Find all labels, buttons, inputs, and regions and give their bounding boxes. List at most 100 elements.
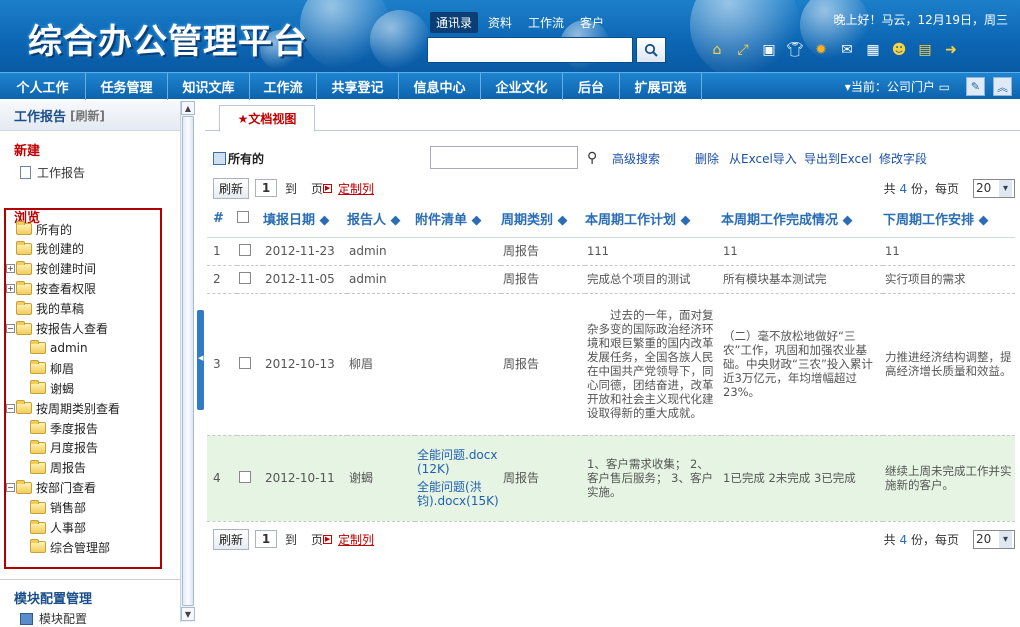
go-arrow-icon[interactable]: ▶ <box>323 534 333 544</box>
row-checkbox[interactable] <box>239 356 251 369</box>
calendar-icon[interactable]: ▦ <box>863 40 883 60</box>
tree-node[interactable]: 我创建的 <box>16 240 84 258</box>
gear-icon[interactable]: ✹ <box>811 40 831 60</box>
nav-task-management[interactable]: 任务管理 <box>86 72 168 100</box>
tree-node[interactable]: 季度报告 <box>30 419 98 437</box>
page-input[interactable]: 1 <box>255 179 278 197</box>
nav-backend[interactable]: 后台 <box>563 72 620 100</box>
attachment-link[interactable]: 全能问题(洪钧).docx(15K) <box>417 480 499 508</box>
module-config-link[interactable]: 模块配置 <box>20 610 87 627</box>
scroll-down-arrow[interactable]: ▼ <box>181 607 195 621</box>
go-arrow-icon[interactable]: ▶ <box>323 183 333 193</box>
scroll-up-arrow[interactable]: ▲ <box>181 101 195 115</box>
nav-info-center[interactable]: 信息中心 <box>399 72 481 100</box>
sidebar-scrollbar[interactable]: ▲ ▼ <box>180 101 195 622</box>
tree-node[interactable]: 销售部 <box>30 499 86 517</box>
nav-corporate-culture[interactable]: 企业文化 <box>481 72 563 100</box>
row-checkbox[interactable] <box>239 243 251 256</box>
search-icon[interactable]: ⚲ <box>587 150 597 166</box>
new-work-report-link[interactable]: 工作报告 <box>20 164 85 181</box>
col-next[interactable]: 下周期工作安排 ◆ <box>883 201 1015 238</box>
search-tab-customers[interactable]: 客户 <box>574 12 610 33</box>
collapse-icon[interactable]: − <box>6 483 15 493</box>
list-search-input[interactable] <box>430 146 578 169</box>
sidebar-collapse-handle[interactable]: ◀ <box>197 310 204 410</box>
tree-node[interactable]: 我的草稿 <box>16 300 84 318</box>
nav-knowledge-base[interactable]: 知识文库 <box>168 72 250 100</box>
customize-columns-link-bottom[interactable]: 定制列 <box>338 531 374 548</box>
row-plan: 111 <box>585 237 721 266</box>
tree-node[interactable]: − 按报告人查看 <box>6 320 108 338</box>
tree-node[interactable]: 人事部 <box>30 519 86 537</box>
nav-shared-registry[interactable]: 共享登记 <box>317 72 399 100</box>
refresh-button-bottom[interactable]: 刷新 <box>213 528 250 550</box>
row-checkbox[interactable] <box>239 271 251 284</box>
tree-node[interactable]: admin <box>30 339 88 357</box>
scroll-thumb[interactable] <box>182 116 194 606</box>
table-row[interactable]: 1 2012-11-23 admin 周报告 111 11 11 <box>207 237 1015 266</box>
export-excel-link[interactable]: 导出到Excel <box>804 150 872 167</box>
tree-node[interactable]: − 按周期类别查看 <box>6 399 120 417</box>
all-filter[interactable]: 所有的 <box>213 150 264 167</box>
col-date[interactable]: 填报日期 ◆ <box>263 201 347 238</box>
shrink-icon[interactable]: ⤢ <box>733 40 753 60</box>
note-icon[interactable]: ▤ <box>915 40 935 60</box>
advanced-search-link[interactable]: 高级搜索 <box>612 150 660 167</box>
sidebar-refresh-link[interactable]: [刷新] <box>70 107 105 124</box>
tree-node[interactable]: 综合管理部 <box>30 538 110 556</box>
col-reporter[interactable]: 报告人 ◆ <box>347 201 415 238</box>
tree-node-label: 谢蝎 <box>50 381 75 396</box>
search-tab-documents[interactable]: 资料 <box>482 12 518 33</box>
nav-workflow[interactable]: 工作流 <box>250 72 317 100</box>
col-cycle[interactable]: 周期类别 ◆ <box>501 201 585 238</box>
tree-node[interactable]: 所有的 <box>16 220 72 238</box>
collapse-icon[interactable]: − <box>6 403 15 413</box>
delete-link[interactable]: 删除 <box>695 150 719 167</box>
tree-node[interactable]: − 按部门查看 <box>6 479 96 497</box>
search-tab-workflow[interactable]: 工作流 <box>522 12 570 33</box>
search-tab-contacts[interactable]: 通讯录 <box>430 12 479 33</box>
tree-node[interactable]: 谢蝎 <box>30 379 74 397</box>
table-row[interactable]: 3 2012-10-13 柳眉 周报告 过去的一年，面对复杂多变的国际政治经济环境和艰… <box>207 293 1015 436</box>
global-search-input[interactable] <box>427 37 633 63</box>
select-all-checkbox[interactable] <box>237 210 249 223</box>
col-plan[interactable]: 本周期工作计划 ◆ <box>585 201 721 238</box>
row-checkbox[interactable] <box>239 470 251 483</box>
customize-columns-link[interactable]: 定制列 <box>338 180 374 197</box>
nav-extensions[interactable]: 扩展可选 <box>620 72 702 100</box>
edit-icon[interactable]: ✎ <box>966 77 985 96</box>
shirt-icon[interactable]: 👕︎ <box>785 40 805 60</box>
table-row[interactable]: 4 2012-10-11 谢蝎 全能问题.docx (12K) 全能问题(洪钧).doc… <box>207 435 1015 522</box>
nav-personal-work[interactable]: 个人工作 <box>0 72 86 100</box>
tree-node[interactable]: + 按查看权限 <box>6 280 96 298</box>
home-icon[interactable]: ⌂ <box>707 40 727 60</box>
tab-document-view[interactable]: ★文档视图 <box>219 105 315 132</box>
page-input-bottom[interactable]: 1 <box>255 530 278 548</box>
user-icon[interactable]: ☻ <box>889 40 909 60</box>
col-attachments[interactable]: 附件清单 ◆ <box>415 201 501 238</box>
current-portal[interactable]: ▾当前：公司门户 ▭ <box>845 78 950 95</box>
collapse-icon[interactable]: − <box>6 324 15 333</box>
tree-node-label: 季度报告 <box>50 421 99 436</box>
header-toolbar: ⌂ ⤢ ▣ 👕︎ ✹ ✉ ▦ ☻ ▤ ➜ <box>707 40 961 60</box>
edit-fields-link[interactable]: 修改字段 <box>879 150 927 167</box>
tree-node[interactable]: 周报告 <box>30 459 86 477</box>
tree-node[interactable]: + 按创建时间 <box>6 260 96 278</box>
import-excel-link[interactable]: 从Excel导入 <box>729 150 797 167</box>
attachment-link[interactable]: 全能问题.docx (12K) <box>417 448 499 476</box>
exit-icon[interactable]: ➜ <box>941 40 961 60</box>
refresh-button[interactable]: 刷新 <box>213 177 250 199</box>
tree-node[interactable]: 柳眉 <box>30 359 74 377</box>
window-icon[interactable]: ▣ <box>759 40 779 60</box>
expand-icon[interactable]: + <box>6 284 15 294</box>
global-search-button[interactable] <box>636 37 666 63</box>
per-page-select[interactable]: 20 <box>973 178 1015 198</box>
col-select-all[interactable] <box>237 201 263 238</box>
collapse-up-icon[interactable]: ︽ <box>993 77 1012 96</box>
mail-icon[interactable]: ✉ <box>837 40 857 60</box>
per-page-select-bottom[interactable]: 20 <box>973 529 1015 549</box>
expand-icon[interactable]: + <box>6 264 15 274</box>
col-done[interactable]: 本周期工作完成情况 ◆ <box>721 201 883 238</box>
tree-node[interactable]: 月度报告 <box>30 439 98 457</box>
table-row[interactable]: 2 2012-11-05 admin 周报告 完成总个项目的测试 所有模块基本测试完 实行项… <box>207 265 1015 294</box>
